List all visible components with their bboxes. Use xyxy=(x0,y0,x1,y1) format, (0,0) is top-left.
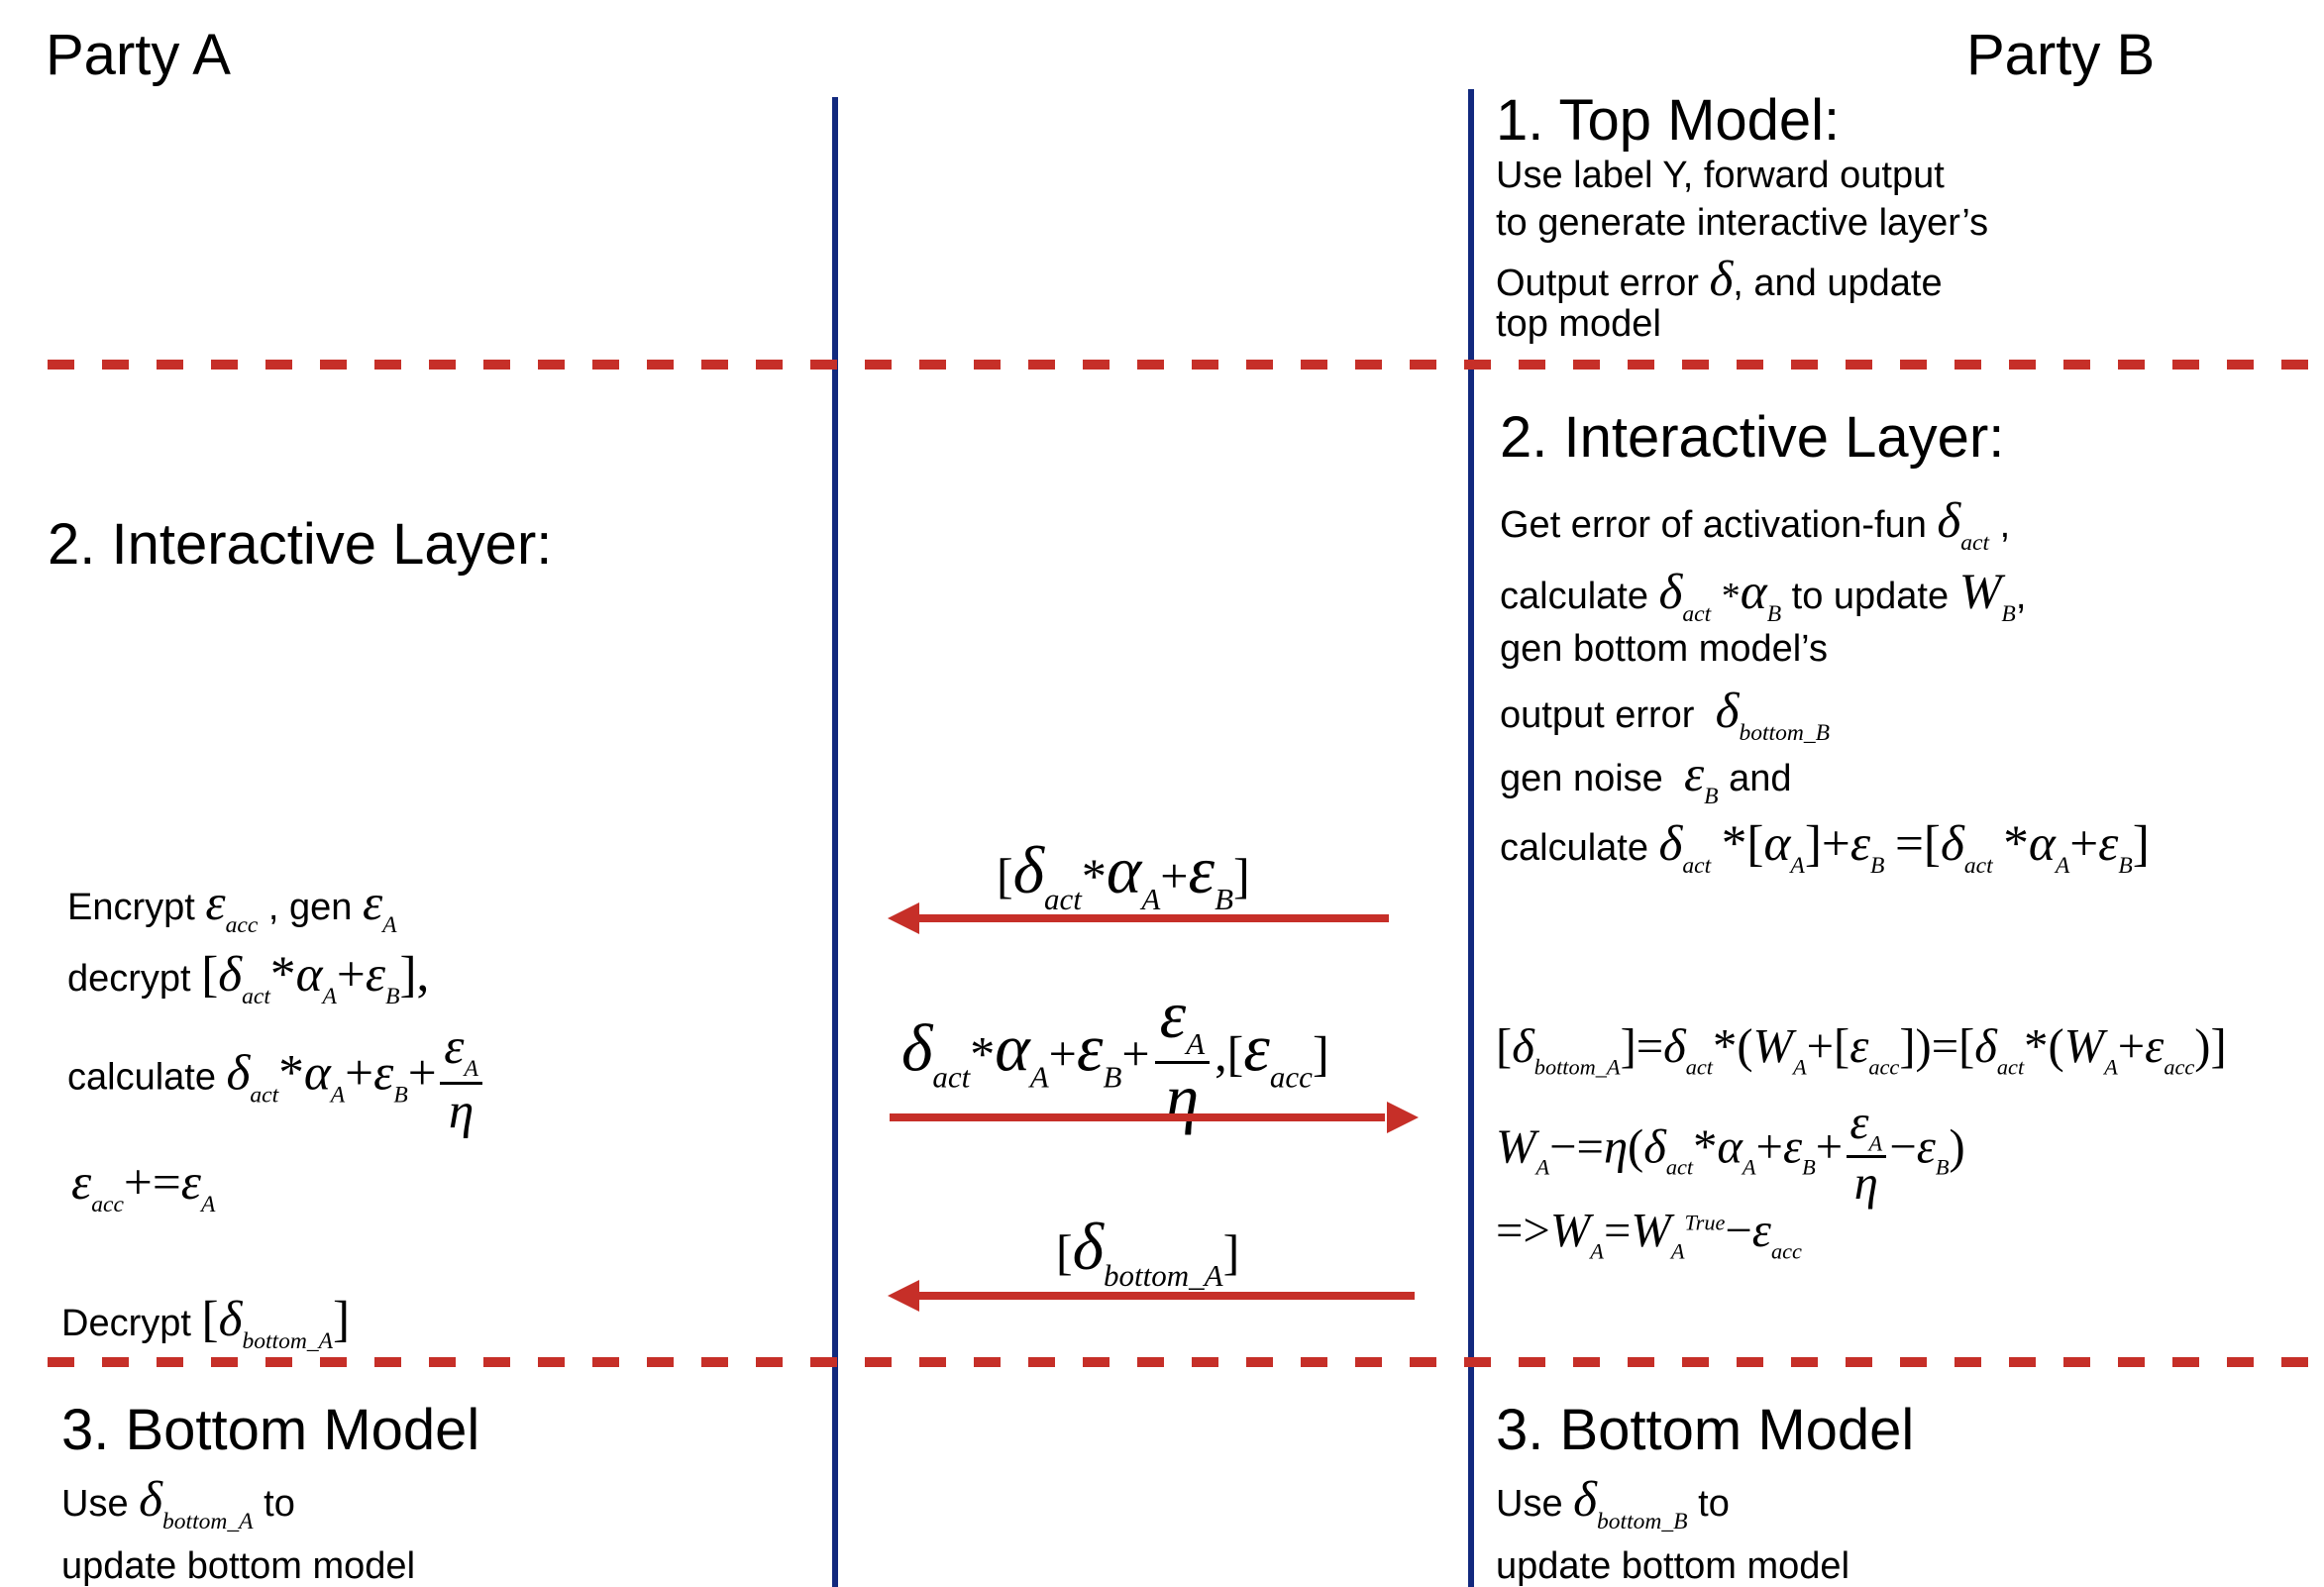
party-b-interactive-line: output error δbottom_B xyxy=(1500,683,1831,746)
arrow-b-to-a-1 xyxy=(888,902,1389,934)
party-a-bottom-title: 3. Bottom Model xyxy=(61,1398,480,1462)
equation-true-weight: =>WA=WATrue−εacc xyxy=(1496,1204,1802,1264)
party-a-interactive-line: Decrypt [δbottom_A] xyxy=(61,1291,351,1354)
top-model-line: top model xyxy=(1496,303,1661,345)
party-b-interactive-line: Get error of activation-fun δact , xyxy=(1500,492,2011,556)
delta-symbol: δ xyxy=(1709,251,1734,307)
equation-weight-update: WA−=η(δact*αA+εB+ εA η −εB) xyxy=(1496,1096,1965,1210)
party-a-bottom-line: update bottom model xyxy=(61,1545,416,1587)
party-a-interactive-line: decrypt [δact*αA+εB], xyxy=(67,946,430,1009)
dashed-separator-top xyxy=(48,360,2324,370)
party-b-bottom-line: update bottom model xyxy=(1496,1545,1850,1587)
equation-bottom-a-error: [δbottom_A]=δact*(WA+[εacc])=[δact*(WA+ε… xyxy=(1496,1019,2227,1080)
party-a-bottom-line: Use δbottom_A to xyxy=(61,1471,295,1534)
party-b-interactive-line: gen noise εB and xyxy=(1500,746,1792,809)
top-model-line: to generate interactive layer’s xyxy=(1496,202,1989,244)
top-model-title: 1. Top Model: xyxy=(1496,88,1841,153)
party-b-interactive-line: calculate δact *αB to update WB, xyxy=(1500,564,2027,627)
party-b-interactive-line: gen bottom model’s xyxy=(1500,628,1828,670)
party-a-label: Party A xyxy=(46,23,231,87)
party-a-interactive-line: εacc+=εA xyxy=(71,1154,216,1217)
dashed-separator-bottom xyxy=(48,1357,2324,1367)
party-a-interactive-line: Encrypt εacc , gen εA xyxy=(67,875,397,938)
vertical-fl-backprop-diagram: Party A Party B 1. Top Model: Use label … xyxy=(0,0,2324,1587)
party-a-interactive-title: 2. Interactive Layer: xyxy=(48,512,553,577)
party-b-interactive-line: calculate δact *[αA]+εB =[δact *αA+εB] xyxy=(1500,815,2150,879)
top-model-line: Use label Y, forward output xyxy=(1496,155,1945,196)
party-b-label: Party B xyxy=(1966,23,2156,87)
arrow-a-to-b xyxy=(890,1102,1419,1133)
arrow-b-to-a-2 xyxy=(888,1280,1415,1312)
party-a-interactive-line: calculate δact*αA+εB+ εA η xyxy=(67,1020,485,1138)
top-model-line: Output error δ, and update xyxy=(1496,251,1943,307)
party-b-bottom-line: Use δbottom_B to xyxy=(1496,1471,1730,1534)
party-b-interactive-title: 2. Interactive Layer: xyxy=(1500,405,2005,470)
party-b-bottom-title: 3. Bottom Model xyxy=(1496,1398,1915,1462)
